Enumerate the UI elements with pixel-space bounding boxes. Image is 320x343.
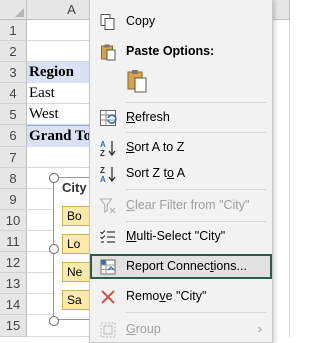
svg-text:A: A xyxy=(100,140,106,149)
sort-descending-icon: Z A xyxy=(99,165,117,184)
svg-text:Z: Z xyxy=(100,149,105,157)
menu-item-copy[interactable]: Copy xyxy=(90,9,272,34)
row-header[interactable]: 15 xyxy=(0,315,27,337)
menu-item-clear-filter: Clear Filter from "City" xyxy=(90,193,272,218)
menu-item-label: Multi-Select "City" xyxy=(126,229,226,243)
menu-item-label: Paste Options: xyxy=(126,44,215,58)
refresh-icon xyxy=(99,109,117,127)
menu-item-sort-a-to-z[interactable]: A Z Sort A to Z xyxy=(90,135,272,160)
row-header[interactable]: 7 xyxy=(0,147,27,168)
row-header[interactable]: 8 xyxy=(0,168,27,189)
menu-item-label: Sort A to Z xyxy=(126,140,185,154)
row-header[interactable]: 13 xyxy=(0,273,27,294)
svg-text:A: A xyxy=(100,175,106,183)
menu-item-label: Remove "City" xyxy=(126,289,207,303)
multi-select-icon xyxy=(99,228,117,246)
resize-handle[interactable] xyxy=(49,316,59,326)
report-connections-icon xyxy=(99,258,117,276)
row-header[interactable]: 6 xyxy=(0,125,27,147)
select-all-corner[interactable] xyxy=(0,0,27,20)
row-header[interactable]: 10 xyxy=(0,210,27,231)
row-header[interactable]: 5 xyxy=(0,104,27,125)
svg-text:Z: Z xyxy=(100,166,105,175)
slicer-title: City xyxy=(62,180,87,195)
menu-separator xyxy=(126,132,266,133)
row-header[interactable]: 9 xyxy=(0,189,27,210)
menu-item-label: Refresh xyxy=(126,110,170,124)
row-header[interactable]: 2 xyxy=(0,41,27,62)
menu-item-label-rest: ort A to Z xyxy=(134,140,185,154)
copy-icon xyxy=(99,13,117,31)
context-menu: Copy Paste Options: Refresh A Z Sort A t… xyxy=(89,0,273,343)
menu-item-label: Sort Z to A xyxy=(126,166,186,180)
paste-button[interactable] xyxy=(126,69,148,93)
group-icon xyxy=(99,321,117,339)
paste-options-header: Paste Options: xyxy=(90,39,272,64)
menu-separator xyxy=(126,102,266,103)
menu-item-remove[interactable]: Remove "City" xyxy=(90,284,272,309)
row-header[interactable]: 1 xyxy=(0,20,27,41)
remove-x-icon xyxy=(99,288,117,306)
row-header[interactable]: 3 xyxy=(0,62,27,83)
chevron-right-icon: › xyxy=(257,321,262,336)
menu-item-multi-select[interactable]: Multi-Select "City" xyxy=(90,224,272,249)
menu-item-refresh[interactable]: Refresh xyxy=(90,105,272,130)
row-header[interactable]: 11 xyxy=(0,231,27,252)
menu-separator xyxy=(126,312,266,313)
menu-item-label: Report Connections... xyxy=(126,259,247,273)
resize-handle[interactable] xyxy=(49,173,59,183)
clipboard-icon xyxy=(99,43,117,61)
menu-separator xyxy=(126,189,266,190)
menu-item-label: Group xyxy=(126,322,161,336)
clipboard-icon xyxy=(126,70,148,97)
sort-ascending-icon: A Z xyxy=(99,139,117,158)
row-header[interactable]: 14 xyxy=(0,294,27,315)
menu-item-label: Copy xyxy=(126,14,156,28)
resize-handle[interactable] xyxy=(49,244,59,254)
menu-separator xyxy=(126,221,266,222)
clear-filter-icon xyxy=(99,197,117,215)
menu-item-report-connections[interactable]: Report Connections... xyxy=(90,254,272,279)
row-header[interactable]: 12 xyxy=(0,252,27,273)
menu-item-sort-z-to-a[interactable]: Z A Sort Z to A xyxy=(90,161,272,186)
menu-item-label-rest: efresh xyxy=(135,110,170,124)
menu-item-label: Clear Filter from "City" xyxy=(126,198,250,212)
menu-item-group: Group › xyxy=(90,317,272,342)
row-header[interactable]: 4 xyxy=(0,83,27,104)
